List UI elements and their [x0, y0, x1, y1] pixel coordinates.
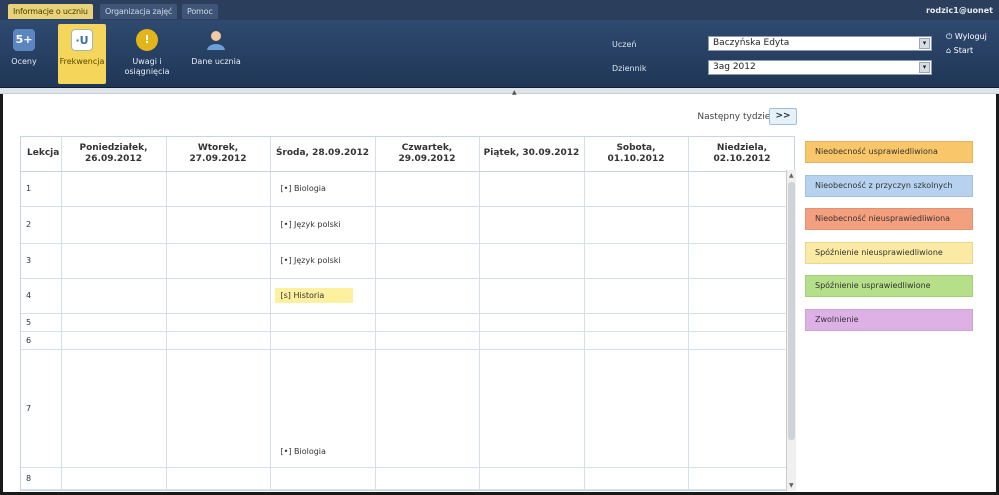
logout-label: Wyloguj — [954, 32, 987, 41]
tab-informacje-o-uczniu[interactable]: Informacje o uczniu — [8, 4, 93, 19]
uwagi-label: Uwagi i osiągnięcia — [124, 57, 170, 76]
start-label: Start — [953, 46, 974, 55]
header-monday: Poniedziałek, 26.09.2012 — [61, 137, 167, 172]
header-saturday: Sobota, 01.10.2012 — [584, 137, 689, 172]
home-icon: ⌂ — [946, 46, 952, 55]
collapse-grip-icon: ▲ — [512, 89, 517, 96]
grades-icon: 5+ — [13, 29, 35, 51]
uwagi-button[interactable]: ! Uwagi i osiągnięcia — [118, 24, 176, 84]
dane-ucznia-label: Dane ucznia — [191, 57, 241, 66]
legend-unexcused-absence: Nieobecność nieusprawiedliwiona — [805, 208, 973, 230]
collapse-strip[interactable]: ▲ — [0, 88, 999, 96]
next-week-label: Następny tydzień — [697, 112, 776, 122]
header-wednesday: Środa, 28.09.2012 — [270, 137, 376, 172]
dane-ucznia-button[interactable]: Dane ucznia — [188, 24, 244, 84]
student-select[interactable]: Baczyńska Edyta ▾ — [708, 36, 932, 51]
scroll-thumb[interactable] — [788, 182, 795, 440]
lesson-entry[interactable]: [•] Język polski — [275, 217, 347, 232]
table-row: 2 [•] Język polski — [21, 206, 794, 244]
scroll-up-icon[interactable]: ▲ — [789, 172, 794, 179]
oceny-button[interactable]: 5+ Oceny — [4, 24, 44, 84]
header-lekcja: Lekcja — [21, 137, 62, 172]
journal-value: 3ag 2012 — [713, 62, 756, 72]
tab-organizacja-zajec[interactable]: Organizacja zajęć — [100, 4, 178, 19]
chevron-down-icon: ▾ — [919, 38, 930, 49]
legend-unexcused-late: Spóźnienie nieusprawiedliwione — [805, 242, 973, 264]
lesson-number: 5 — [21, 313, 62, 332]
next-week-button[interactable]: >> — [769, 108, 797, 125]
lesson-number: 1 — [21, 171, 62, 207]
main-toolbar: 5+ Oceny ·U Frekwencja ! Uwagi i osiągni… — [0, 20, 999, 88]
start-link[interactable]: ⌂ Start — [946, 46, 973, 55]
warning-icon: ! — [136, 29, 158, 51]
frekwencja-button[interactable]: ·U Frekwencja — [58, 24, 106, 84]
student-label: Uczeń — [612, 40, 637, 49]
frekwencja-label: Frekwencja — [59, 57, 105, 66]
lesson-number: 2 — [21, 206, 62, 244]
header-friday: Piątek, 30.09.2012 — [479, 137, 585, 172]
lesson-entry[interactable]: [•] Biologia — [275, 444, 332, 459]
header-thursday: Czwartek, 29.09.2012 — [375, 137, 480, 172]
lesson-number: 7 — [21, 349, 62, 468]
oceny-label: Oceny — [11, 57, 37, 66]
person-icon — [205, 29, 227, 51]
student-value: Baczyńska Edyta — [713, 38, 790, 48]
lesson-number: 4 — [21, 278, 62, 314]
journal-select[interactable]: 3ag 2012 ▾ — [708, 60, 932, 75]
tab-pomoc[interactable]: Pomoc — [182, 4, 218, 19]
table-row: 6 — [21, 331, 794, 350]
attendance-grid: Lekcja Poniedziałek, 26.09.2012 Wtorek, … — [20, 136, 795, 491]
grid-header-row: Lekcja Poniedziałek, 26.09.2012 Wtorek, … — [21, 137, 794, 172]
lesson-number: 8 — [21, 467, 62, 490]
lesson-entry-late[interactable]: [s] Historia — [274, 288, 353, 303]
table-row: 1 [•] Biologia — [21, 171, 794, 207]
header-tuesday: Wtorek, 27.09.2012 — [166, 137, 271, 172]
lesson-entry[interactable]: [•] Język polski — [275, 253, 347, 268]
lesson-number: 6 — [21, 331, 62, 350]
lesson-number: 3 — [21, 243, 62, 279]
table-row: 3 [•] Język polski — [21, 243, 794, 279]
table-row: 7 [•] Biologia — [21, 349, 794, 468]
grid-scrollbar[interactable]: ▲ ▼ — [786, 170, 796, 491]
account-name: rodzic1@uonet — [925, 6, 993, 15]
power-icon: ⏻ — [946, 32, 953, 41]
scroll-down-icon[interactable]: ▼ — [789, 482, 794, 489]
table-row: 4 [s] Historia — [21, 278, 794, 314]
top-tab-bar: Informacje o uczniu Organizacja zajęć Po… — [0, 0, 999, 20]
attendance-icon: ·U — [71, 29, 93, 51]
legend-school-absence: Nieobecność z przyczyn szkolnych — [805, 175, 973, 197]
lesson-entry[interactable]: [•] Biologia — [275, 181, 332, 196]
legend-excused-late: Spóźnienie usprawiedliwione — [805, 275, 973, 297]
header-sunday: Niedziela, 02.10.2012 — [688, 137, 794, 172]
journal-label: Dziennik — [612, 64, 647, 73]
chevron-down-icon: ▾ — [919, 62, 930, 73]
table-row: 8 — [21, 467, 794, 490]
legend-excused-absence: Nieobecność usprawiedliwiona — [805, 141, 973, 163]
logout-link[interactable]: ⏻ Wyloguj — [946, 32, 987, 42]
legend-exemption: Zwolnienie — [805, 309, 973, 331]
table-row: 5 — [21, 313, 794, 332]
